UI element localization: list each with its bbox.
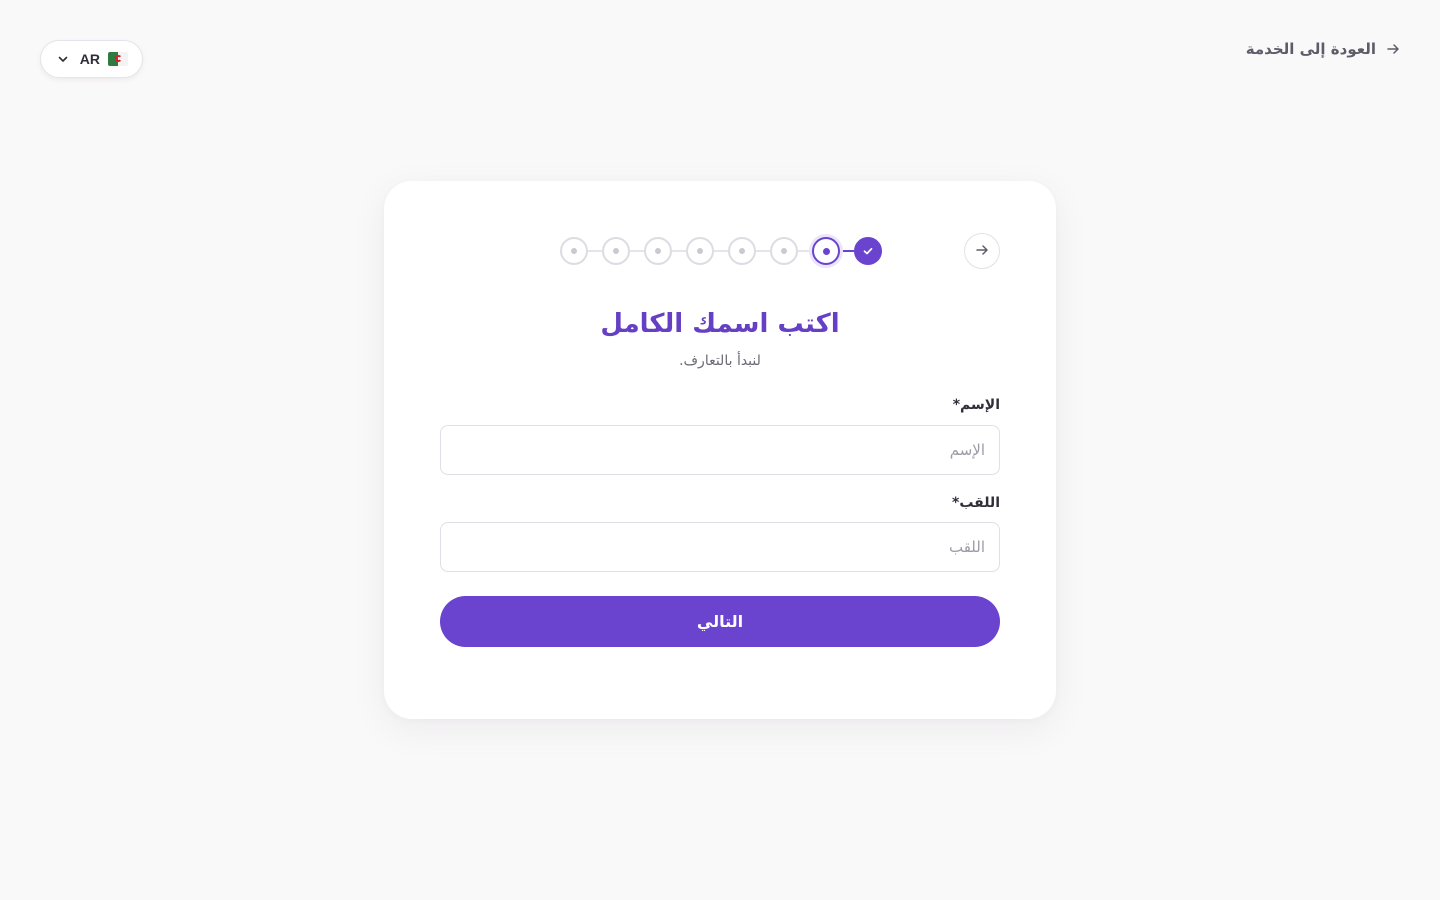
step-indicator	[770, 237, 798, 265]
step-dot	[739, 248, 745, 254]
page-title: اكتب اسمك الكامل	[600, 309, 840, 339]
stepper-connector	[714, 250, 728, 252]
next-button[interactable]: التالي	[440, 596, 1000, 647]
stepper-connector	[798, 250, 812, 252]
arrow-right-icon	[1386, 42, 1400, 56]
step-dot	[613, 248, 619, 254]
arrow-right-icon	[975, 242, 989, 261]
back-to-service-link[interactable]: العودة إلى الخدمة	[1246, 38, 1400, 60]
algeria-flag-icon	[108, 52, 128, 66]
step-indicator	[728, 237, 756, 265]
stepper-connector	[756, 250, 770, 252]
step-indicator	[854, 237, 882, 265]
step-indicator	[560, 237, 588, 265]
progress-stepper	[560, 237, 882, 265]
check-icon	[863, 247, 873, 255]
stepper-connector	[672, 250, 686, 252]
step-dot	[655, 248, 661, 254]
step-indicator	[602, 237, 630, 265]
language-selector[interactable]: AR	[40, 40, 143, 78]
language-code: AR	[79, 51, 100, 67]
previous-step-button[interactable]	[964, 233, 1000, 269]
chevron-down-icon	[57, 53, 69, 65]
step-dot	[781, 248, 787, 254]
first-name-input[interactable]	[440, 425, 1000, 475]
stepper-connector	[588, 250, 602, 252]
stepper-connector	[840, 250, 854, 252]
step-indicator	[686, 237, 714, 265]
step-dot	[697, 248, 703, 254]
first-name-label: الإسم*	[952, 397, 1000, 413]
stepper-connector	[630, 250, 644, 252]
back-link-label: العودة إلى الخدمة	[1245, 40, 1376, 58]
step-dot	[822, 247, 830, 255]
step-indicator	[644, 237, 672, 265]
name-form-card: اكتب اسمك الكامل لنبدأ بالتعارف. الإسم* …	[384, 181, 1056, 719]
last-name-label: اللقب*	[952, 495, 1000, 511]
page-subtitle: لنبدأ بالتعارف.	[679, 353, 761, 369]
last-name-input[interactable]	[440, 522, 1000, 572]
step-indicator	[812, 237, 840, 265]
step-dot	[571, 248, 577, 254]
